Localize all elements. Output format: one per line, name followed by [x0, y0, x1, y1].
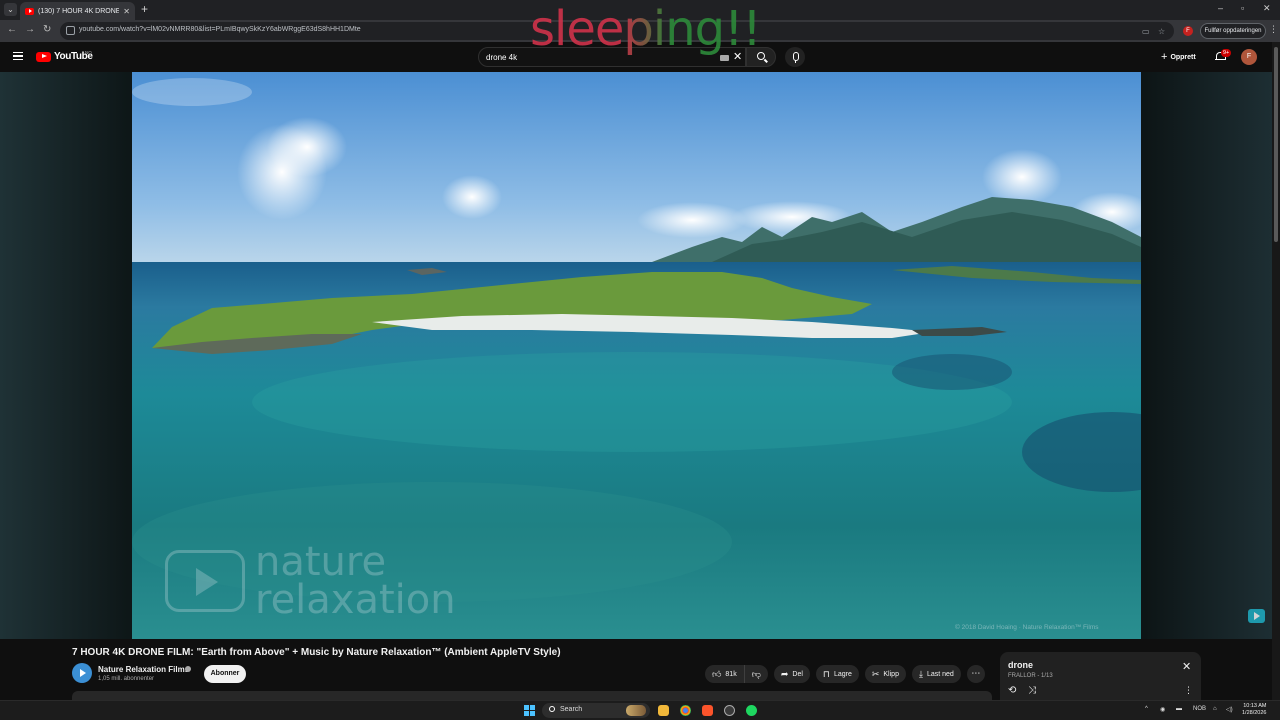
channel-name[interactable]: Nature Relaxation Films [98, 665, 189, 674]
youtube-favicon-icon [25, 7, 34, 15]
taskbar-clock[interactable]: 10:13 AM 1/28/2026 [1242, 703, 1266, 717]
cast-icon[interactable]: ▭ [1142, 27, 1150, 36]
scrollbar-thumb[interactable] [1274, 47, 1278, 242]
voice-search-mic-icon[interactable] [785, 47, 805, 67]
tab-search-menu-icon[interactable]: ⌄ [4, 3, 17, 16]
search-highlight-image [626, 705, 646, 716]
bookmark-icon: ⊓ [822, 668, 830, 679]
share-button[interactable]: ➦ Del [773, 665, 810, 683]
chrome-icon[interactable] [680, 705, 691, 716]
account-avatar[interactable]: F [1241, 49, 1257, 65]
verified-badge-icon [185, 666, 191, 672]
file-explorer-icon[interactable] [658, 705, 669, 716]
tab-close-icon[interactable]: ✕ [123, 7, 130, 16]
tab-title: (130) 7 HOUR 4K DRONE FILM [38, 7, 120, 15]
maximize-icon[interactable]: ▫ [1241, 3, 1244, 13]
taskbar-search[interactable]: Search [542, 703, 650, 718]
reload-icon[interactable]: ↻ [43, 24, 51, 35]
download-button[interactable]: ⤓ Last ned [911, 665, 961, 683]
thumbs-up-icon: 👍︎ [712, 668, 722, 679]
clock-time: 10:13 AM [1243, 703, 1267, 709]
miniplayer-icon[interactable] [1248, 609, 1265, 623]
more-actions-icon[interactable]: ⋯ [966, 665, 985, 683]
clock-date: 1/28/2026 [1242, 710, 1267, 716]
menu-hamburger-icon[interactable] [13, 52, 23, 60]
watermark-line1: nature [255, 539, 387, 585]
bookmark-star-icon[interactable]: ☆ [1158, 27, 1165, 36]
playlist-title[interactable]: drone [1008, 660, 1033, 670]
back-icon[interactable]: ← [7, 24, 17, 35]
playlist-more-icon[interactable]: ⋮ [1184, 685, 1193, 696]
clip-button[interactable]: ✂ Klipp [864, 665, 906, 683]
share-label: Del [792, 670, 803, 678]
network-icon[interactable]: ⌂ [1213, 706, 1217, 712]
new-tab-icon[interactable]: + [141, 2, 148, 16]
subscribe-button[interactable]: Abonner [204, 665, 246, 683]
update-button[interactable]: Fullfør oppdateringen [1200, 23, 1266, 39]
playlist-panel: drone FRALLOR - 1/13 ✕ ⟲ ⤨ ⋮ [1000, 652, 1201, 700]
download-label: Last ned [926, 670, 954, 678]
save-button[interactable]: ⊓ Lagre [815, 665, 859, 683]
like-count: 81k [725, 670, 737, 678]
tray-flag-icon[interactable]: ▬ [1176, 706, 1182, 712]
loop-icon[interactable]: ⟲ [1008, 685, 1016, 696]
browser-menu-icon[interactable]: ⋮ [1269, 24, 1278, 35]
clip-label: Klipp [883, 670, 899, 678]
tray-app-icon[interactable]: ◉ [1160, 706, 1165, 713]
video-title: 7 HOUR 4K DRONE FILM: "Earth from Above"… [72, 647, 561, 658]
search-query: drone 4k [486, 53, 518, 62]
playlist-subtitle: FRALLOR - 1/13 [1008, 673, 1053, 679]
taskbar-search-label: Search [560, 706, 583, 713]
window-close-icon[interactable]: ✕ [1263, 3, 1271, 14]
scissors-icon: ✂ [871, 668, 880, 679]
channel-avatar[interactable] [72, 663, 92, 683]
share-icon: ➦ [780, 668, 789, 679]
shuffle-icon[interactable]: ⤨ [1028, 685, 1036, 696]
app-icon[interactable] [724, 705, 735, 716]
volume-icon[interactable]: ◁) [1226, 706, 1233, 713]
overlay-text: sleeping!! [530, 1, 762, 57]
playlist-close-icon[interactable]: ✕ [1182, 662, 1191, 673]
thumbs-down-icon: 👎︎ [751, 668, 761, 679]
dislike-button[interactable]: 👎︎ [744, 665, 768, 683]
taskbar-search-icon [549, 706, 555, 712]
watermark-line2: relaxation [255, 577, 456, 623]
windows-taskbar: Search ^ ◉ ▬ NOB ⌂ ◁) 10:13 AM 1/28/2026 [0, 700, 1280, 720]
create-label: Opprett [1170, 53, 1196, 61]
watermark-play-icon [165, 550, 245, 612]
save-label: Lagre [833, 670, 852, 678]
tray-overflow-icon[interactable]: ^ [1145, 706, 1148, 712]
like-dislike-group: 👍︎ 81k 👎︎ [705, 665, 768, 683]
video-copyright: © 2018 David Hoaing · Nature Relaxation™… [955, 624, 1099, 631]
like-button[interactable]: 👍︎ 81k [705, 665, 745, 683]
subscriber-count: 1,05 mill. abonnenter [98, 676, 155, 682]
spotify-icon[interactable] [746, 705, 757, 716]
page-scrollbar[interactable] [1272, 42, 1280, 700]
forward-icon[interactable]: → [25, 24, 35, 35]
youtube-logo-icon [36, 51, 51, 62]
notifications-badge: 9+ [1221, 49, 1232, 57]
browser-tab-active[interactable]: (130) 7 HOUR 4K DRONE FILM ✕ [20, 2, 135, 20]
minimize-icon[interactable]: – [1218, 3, 1223, 13]
plus-icon: + [1161, 50, 1168, 63]
brave-icon[interactable] [702, 705, 713, 716]
language-indicator[interactable]: NOB [1193, 706, 1206, 712]
url-text: youtube.com/watch?v=lM02vNMRR80&list=PLm… [79, 26, 361, 33]
channel-watermark: nature relaxation [165, 539, 456, 623]
video-actions: 👍︎ 81k 👎︎ ➦ Del ⊓ Lagre ✂ Klipp ⤓ Last n… [705, 665, 985, 683]
windows-start-icon[interactable] [524, 705, 535, 716]
browser-profile-icon[interactable]: F [1183, 26, 1193, 36]
site-info-icon[interactable] [66, 26, 75, 35]
region-code: NO [85, 50, 92, 55]
download-icon: ⤓ [918, 668, 923, 679]
create-button[interactable]: + Opprett [1156, 49, 1201, 65]
description-box[interactable] [72, 691, 992, 700]
